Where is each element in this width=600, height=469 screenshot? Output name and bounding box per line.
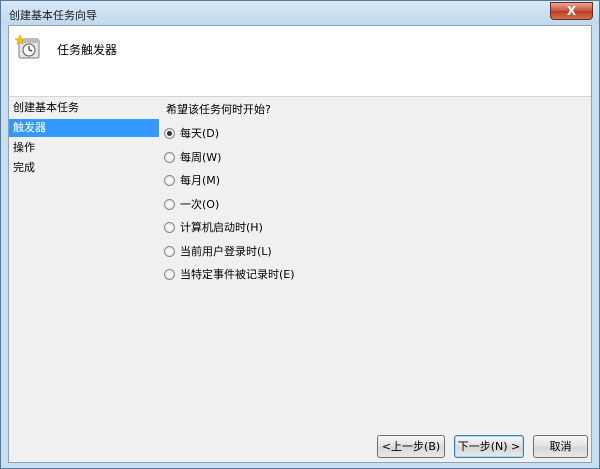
close-button[interactable]: X: [550, 2, 593, 20]
next-button[interactable]: 下一步(N) >: [454, 435, 524, 458]
wizard-header: 任务触发器: [9, 26, 591, 97]
option-label[interactable]: 当前用户登录时(L): [180, 243, 272, 259]
page-title: 任务触发器: [57, 43, 118, 57]
sidebar-item-finish[interactable]: 完成: [9, 159, 159, 177]
option-on-event[interactable]: 当特定事件被记录时(E): [164, 266, 295, 282]
option-monthly[interactable]: 每月(M): [164, 172, 220, 188]
wizard-client-area: 任务触发器 创建基本任务 触发器 操作 完成 希望该任务何时开始? 每天(D) …: [8, 25, 592, 463]
option-label[interactable]: 一次(O): [180, 196, 219, 212]
option-label[interactable]: 每天(D): [180, 125, 219, 141]
option-weekly[interactable]: 每周(W): [164, 149, 221, 165]
option-label[interactable]: 每月(M): [180, 172, 220, 188]
option-label[interactable]: 每周(W): [180, 149, 221, 165]
back-button[interactable]: <上一步(B): [377, 435, 445, 458]
option-label[interactable]: 计算机启动时(H): [180, 219, 263, 235]
radio-button[interactable]: [164, 221, 175, 233]
window-title: 创建基本任务向导: [9, 9, 97, 22]
wizard-window: 创建基本任务向导 X 任务触发器 创建基本任务 触发器 操作 完成 希望该任务何…: [0, 0, 600, 469]
option-once[interactable]: 一次(O): [164, 196, 219, 212]
option-at-startup[interactable]: 计算机启动时(H): [164, 219, 263, 235]
radio-button[interactable]: [164, 198, 175, 210]
radio-button[interactable]: [164, 245, 175, 257]
radio-button[interactable]: [164, 127, 175, 139]
sidebar-item-trigger[interactable]: 触发器: [9, 119, 159, 137]
cancel-button[interactable]: 取消: [533, 435, 588, 458]
option-daily[interactable]: 每天(D): [164, 125, 219, 141]
radio-button[interactable]: [164, 174, 175, 186]
title-bar[interactable]: 创建基本任务向导 X: [1, 1, 599, 25]
trigger-question: 希望该任务何时开始?: [166, 103, 271, 116]
sidebar-item-action[interactable]: 操作: [9, 139, 159, 157]
close-icon: X: [566, 4, 577, 18]
trigger-options-panel: 希望该任务何时开始? 每天(D) 每周(W) 每月(M) 一次(O) 计算机启动…: [164, 98, 589, 418]
task-scheduler-clock-icon: [15, 34, 40, 59]
radio-button[interactable]: [164, 151, 175, 163]
option-at-logon[interactable]: 当前用户登录时(L): [164, 243, 272, 259]
radio-button[interactable]: [164, 268, 175, 280]
sidebar-item-create-basic-task[interactable]: 创建基本任务: [9, 99, 159, 117]
wizard-steps-sidebar: 创建基本任务 触发器 操作 完成: [9, 98, 159, 464]
option-label[interactable]: 当特定事件被记录时(E): [180, 266, 295, 282]
